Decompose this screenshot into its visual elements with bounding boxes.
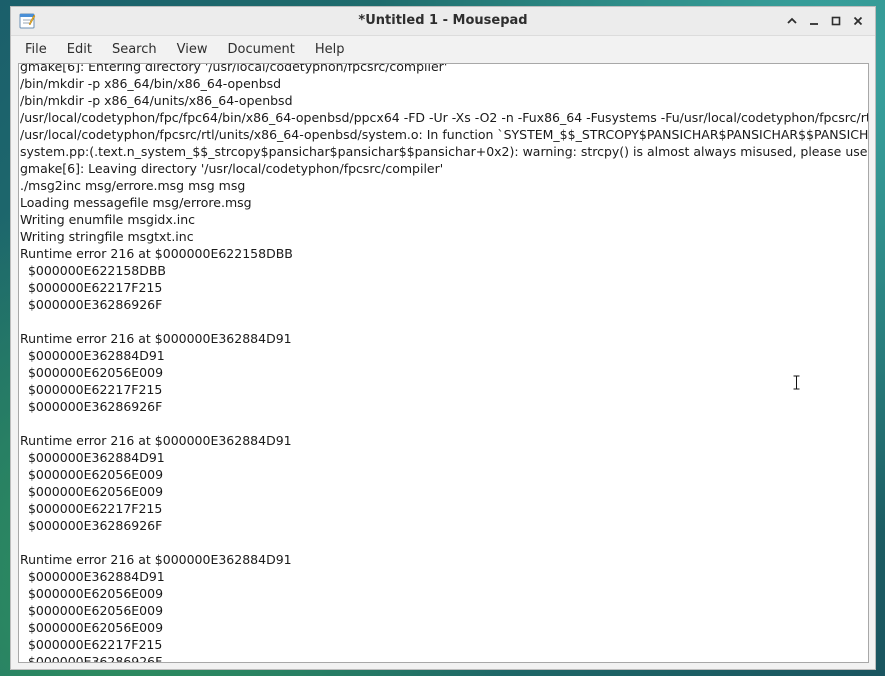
editor-line: $000000E622158DBB (20, 263, 167, 278)
menu-document[interactable]: Document (217, 38, 304, 61)
editor-line: $000000E62056E009 (20, 484, 164, 499)
minimize-icon (810, 23, 818, 25)
menu-help[interactable]: Help (305, 38, 355, 61)
editor-line: /bin/mkdir -p x86_64/bin/x86_64-openbsd (20, 76, 282, 91)
editor-line: gmake[6]: Leaving directory '/usr/local/… (20, 161, 444, 176)
editor-line: $000000E36286926F (20, 654, 163, 663)
maximize-button[interactable] (825, 10, 847, 32)
editor-line: /usr/local/codetyphon/fpcsrc/rtl/units/x… (20, 127, 869, 142)
editor-line: $000000E62056E009 (20, 603, 164, 618)
shade-button[interactable] (781, 10, 803, 32)
editor-line: /usr/local/codetyphon/fpc/fpc64/bin/x86_… (20, 110, 868, 125)
editor-line: $000000E362884D91 (20, 569, 165, 584)
editor-line: system.pp:(.text.n_system_$$_strcopy$pan… (20, 144, 869, 159)
title-bar[interactable]: *Untitled 1 - Mousepad (11, 7, 875, 36)
menu-view[interactable]: View (167, 38, 218, 61)
editor-line: $000000E62217F215 (20, 382, 163, 397)
editor-line: gmake[6]: Entering directory '/usr/local… (20, 63, 448, 74)
editor-line: $000000E62056E009 (20, 365, 164, 380)
editor-line: ./msg2inc msg/errore.msg msg msg (20, 178, 246, 193)
editor-line: $000000E62217F215 (20, 637, 163, 652)
editor-line: $000000E62217F215 (20, 280, 163, 295)
editor-line: $000000E36286926F (20, 297, 163, 312)
editor-line: Runtime error 216 at $000000E362884D91 (20, 433, 292, 448)
window-title: *Untitled 1 - Mousepad (358, 13, 528, 28)
editor-text-content[interactable]: gmake[6]: Entering directory '/usr/local… (20, 63, 869, 663)
editor-line: $000000E36286926F (20, 399, 163, 414)
editor-line: /bin/mkdir -p x86_64/units/x86_64-openbs… (20, 93, 293, 108)
editor-line: Runtime error 216 at $000000E362884D91 (20, 331, 292, 346)
editor-line: $000000E62056E009 (20, 620, 164, 635)
menu-file[interactable]: File (15, 38, 57, 61)
editor-line: Runtime error 216 at $000000E622158DBB (20, 246, 293, 261)
menu-search[interactable]: Search (102, 38, 167, 61)
mousepad-window: *Untitled 1 - Mousepad File Edit Search … (10, 6, 876, 670)
close-icon (853, 16, 863, 26)
editor-line: $000000E62056E009 (20, 586, 164, 601)
editor-line: Loading messagefile msg/errore.msg (20, 195, 252, 210)
editor-line: Writing enumfile msgidx.inc (20, 212, 196, 227)
menu-edit[interactable]: Edit (57, 38, 102, 61)
text-editor[interactable]: gmake[6]: Entering directory '/usr/local… (18, 63, 869, 663)
editor-line: $000000E62056E009 (20, 467, 164, 482)
close-button[interactable] (847, 10, 869, 32)
maximize-icon (831, 16, 841, 26)
chevron-up-icon (787, 17, 797, 24)
menu-bar: File Edit Search View Document Help (11, 36, 875, 62)
editor-line: $000000E362884D91 (20, 450, 165, 465)
minimize-button[interactable] (803, 10, 825, 32)
editor-line: $000000E62217F215 (20, 501, 163, 516)
editor-line: $000000E36286926F (20, 518, 163, 533)
window-controls (781, 10, 869, 32)
editor-line: Writing stringfile msgtxt.inc (20, 229, 194, 244)
editor-line: $000000E362884D91 (20, 348, 165, 363)
text-cursor-icon (793, 375, 800, 390)
editor-line: Runtime error 216 at $000000E362884D91 (20, 552, 292, 567)
